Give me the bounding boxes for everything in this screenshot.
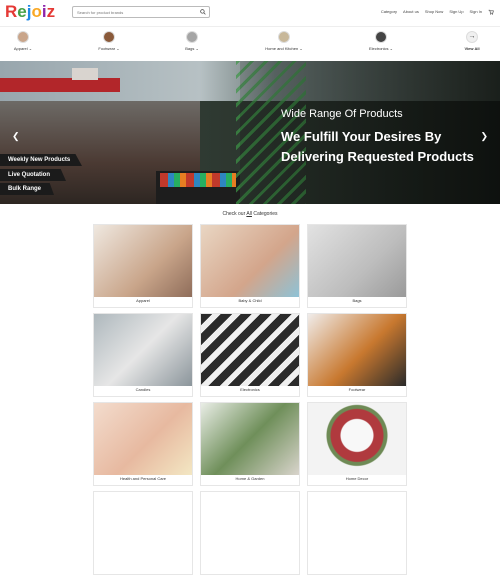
tile-label: Health and Personal Care <box>119 476 167 481</box>
electronics-image <box>201 314 299 386</box>
tile-label: Home & Garden <box>235 476 265 481</box>
logo-letter: R <box>5 2 18 21</box>
tile-home-garden[interactable]: Home & Garden <box>200 402 300 486</box>
tile-health-personal-care[interactable]: Health and Personal Care <box>93 402 193 486</box>
category-bar: Apparel ⌄ Footwear ⌄ Bags ⌄ Home and Kit… <box>0 26 500 60</box>
section-prefix: Check our <box>222 211 246 217</box>
candles-image <box>94 314 192 386</box>
category-label: Footwear <box>98 46 116 51</box>
tile-candles[interactable]: Candles <box>93 313 193 397</box>
hero-containers <box>160 173 236 187</box>
hero-banner: Wide Range Of Products We Fulfill Your D… <box>0 61 500 204</box>
tile-label: Bags <box>352 298 362 303</box>
chevron-left-icon[interactable]: ❮ <box>12 131 20 142</box>
tile-label: Candles <box>135 387 151 392</box>
tag-live-quotation: Live Quotation <box>0 169 66 181</box>
tile-electronics[interactable]: Electronics <box>200 313 300 397</box>
tag-bulk-range: Bulk Range <box>0 183 54 195</box>
category-label: Bags <box>185 46 195 51</box>
all-categories-link[interactable]: All <box>246 211 252 217</box>
category-footwear[interactable]: Footwear ⌄ <box>84 31 134 51</box>
chevron-right-icon[interactable]: ❯ <box>480 131 488 142</box>
cart-icon[interactable] <box>488 9 494 15</box>
logo-letter: z <box>46 2 56 21</box>
section-suffix: Categories <box>253 211 278 217</box>
category-label: View All <box>464 46 480 51</box>
tile-apparel[interactable]: Apparel <box>93 224 193 308</box>
nav-sign-up[interactable]: Sign Up <box>449 9 463 15</box>
arrow-right-icon: → <box>466 31 478 43</box>
header: Rejoiz Category About us Shop Now Sign U… <box>0 0 500 26</box>
apparel-thumb <box>17 31 29 43</box>
category-view-all[interactable]: → View All <box>447 31 497 51</box>
footwear-thumb <box>103 31 115 43</box>
tile-label: Home Decor <box>345 476 369 481</box>
tile-partial[interactable] <box>307 491 407 575</box>
health-personal-care-image <box>94 403 192 475</box>
logo[interactable]: Rejoiz <box>5 2 55 22</box>
category-bags[interactable]: Bags ⌄ <box>167 31 217 51</box>
search-input[interactable] <box>73 7 193 17</box>
tile-label: Baby & Child <box>238 298 262 303</box>
nav-about-us[interactable]: About us <box>403 9 419 15</box>
apparel-image <box>94 225 192 297</box>
category-label: Electronics <box>368 46 389 51</box>
nav-sign-in[interactable]: Sign In <box>470 9 482 15</box>
home-kitchen-thumb <box>278 31 290 43</box>
nav-category[interactable]: Category <box>381 9 397 15</box>
hero-ship-bridge <box>72 68 98 80</box>
tile-bags[interactable]: Bags <box>307 224 407 308</box>
bags-image <box>308 225 406 297</box>
search-icon[interactable] <box>200 9 206 15</box>
section-title: Check our All Categories <box>0 211 500 217</box>
category-home-and-kitchen[interactable]: Home and Kitchen ⌄ <box>259 31 309 51</box>
hero-subtitle: Wide Range Of Products <box>281 108 403 120</box>
logo-letter: o <box>31 2 42 21</box>
nav-shop-now[interactable]: Shop Now <box>425 9 443 15</box>
bags-thumb <box>186 31 198 43</box>
tile-partial[interactable] <box>93 491 193 575</box>
search-box <box>72 6 210 18</box>
logo-letter: e <box>17 2 27 21</box>
footwear-image <box>308 314 406 386</box>
tile-label: Electronics <box>240 387 260 392</box>
electronics-thumb <box>375 31 387 43</box>
tile-home-decor[interactable]: Home Decor <box>307 402 407 486</box>
home-decor-image <box>308 403 406 475</box>
top-nav: Category About us Shop Now Sign Up Sign … <box>381 9 494 15</box>
tile-label: Footwear <box>348 387 366 392</box>
home-garden-image <box>201 403 299 475</box>
category-label: Apparel <box>13 46 28 51</box>
tile-partial[interactable] <box>200 491 300 575</box>
tag-weekly-new-products: Weekly New Products <box>0 154 82 166</box>
baby-child-image <box>201 225 299 297</box>
tile-label: Apparel <box>136 298 150 303</box>
category-apparel[interactable]: Apparel ⌄ <box>0 31 48 51</box>
hero-headline: We Fulfill Your Desires By Delivering Re… <box>281 129 474 164</box>
hero-cargo-ship <box>0 78 120 92</box>
category-label: Home and Kitchen <box>265 46 299 51</box>
tile-footwear[interactable]: Footwear <box>307 313 407 397</box>
tile-baby-child[interactable]: Baby & Child <box>200 224 300 308</box>
category-electronics[interactable]: Electronics ⌄ <box>356 31 406 51</box>
